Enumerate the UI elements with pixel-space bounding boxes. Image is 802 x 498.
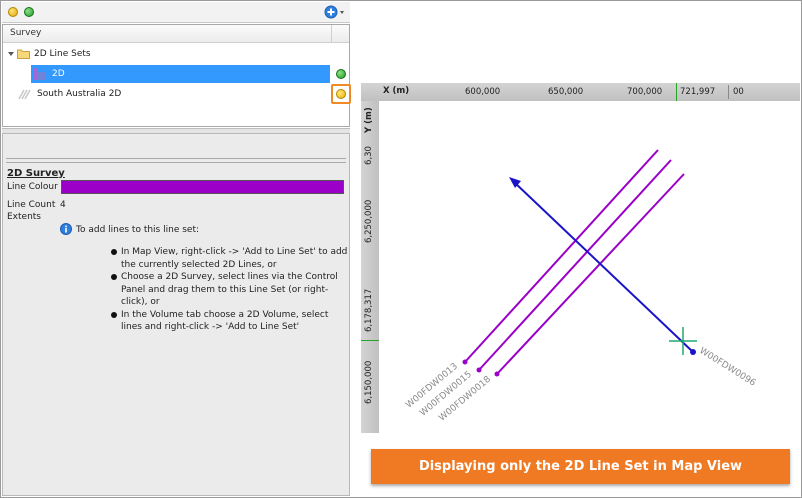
line-count-value: 4 <box>60 200 66 210</box>
line-set-line[interactable] <box>478 159 672 371</box>
tree-item-2d-line-sets[interactable]: 2D Line Sets <box>3 45 349 63</box>
green-status-icon[interactable] <box>336 69 346 79</box>
panel-toolbar <box>2 2 350 23</box>
list-item: Choose a 2D Survey, select lines via the… <box>111 271 349 309</box>
info-text: To add lines to this line set: <box>76 225 199 235</box>
properties-panel: 2D Survey Line Colour Line Count 4 Exten… <box>2 133 350 496</box>
list-item-text: In the Volume tab choose a 2D Volume, se… <box>121 309 329 333</box>
line-colour-swatch[interactable] <box>61 180 344 194</box>
tree-item-label: 2D <box>52 69 65 79</box>
map-view[interactable]: X (m) 600,000 650,000 700,000 721,997 00… <box>353 2 800 496</box>
add-dropdown-icon[interactable] <box>324 5 346 19</box>
line-count-label: Line Count <box>7 200 56 210</box>
line-endpoint <box>494 371 500 377</box>
line-endpoint <box>462 359 468 365</box>
line-set-icon <box>33 68 45 80</box>
line-endpoint <box>476 367 482 373</box>
tree-item-south-australia-2d[interactable]: South Australia 2D <box>3 84 351 104</box>
map-canvas[interactable]: W00FDW0013 W00FDW0015 W00FDW0018 W00FDW0… <box>353 2 800 496</box>
list-item-text: In Map View, right-click -> 'Add to Line… <box>121 247 348 270</box>
line-set-line[interactable] <box>496 173 685 375</box>
line-set-line[interactable] <box>464 149 659 363</box>
yellow-status-dot-icon[interactable] <box>8 7 18 17</box>
yellow-status-icon[interactable] <box>336 89 346 99</box>
tree-item-label: South Australia 2D <box>37 89 122 99</box>
line-colour-label: Line Colour <box>7 182 58 192</box>
tree-item-label: 2D Line Sets <box>34 49 91 59</box>
column-header[interactable]: Survey <box>3 25 349 43</box>
survey-tree: Survey 2D Line Sets 2D South Australia 2… <box>2 24 351 127</box>
column-header-label: Survey <box>10 28 42 38</box>
list-item-text: Choose a 2D Survey, select lines via the… <box>121 272 338 307</box>
expand-arrow-icon[interactable] <box>7 50 15 58</box>
extents-label: Extents <box>7 212 42 222</box>
tree-item-2d[interactable]: 2D <box>3 65 349 83</box>
line-endpoint <box>690 349 696 355</box>
list-item: In the Volume tab choose a 2D Volume, se… <box>111 309 349 334</box>
instructions-list: In Map View, right-click -> 'Add to Line… <box>111 246 349 334</box>
list-item: In Map View, right-click -> 'Add to Line… <box>111 246 349 271</box>
properties-heading: 2D Survey <box>7 168 65 179</box>
caption-banner: Displaying only the 2D Line Set in Map V… <box>371 449 790 484</box>
folder-icon <box>17 49 30 59</box>
info-icon <box>60 223 72 235</box>
control-panel: Survey 2D Line Sets 2D South Australia 2… <box>2 2 351 496</box>
green-status-dot-icon[interactable] <box>24 7 34 17</box>
survey-icon <box>18 89 31 100</box>
line-label: W00FDW0096 <box>697 346 757 389</box>
